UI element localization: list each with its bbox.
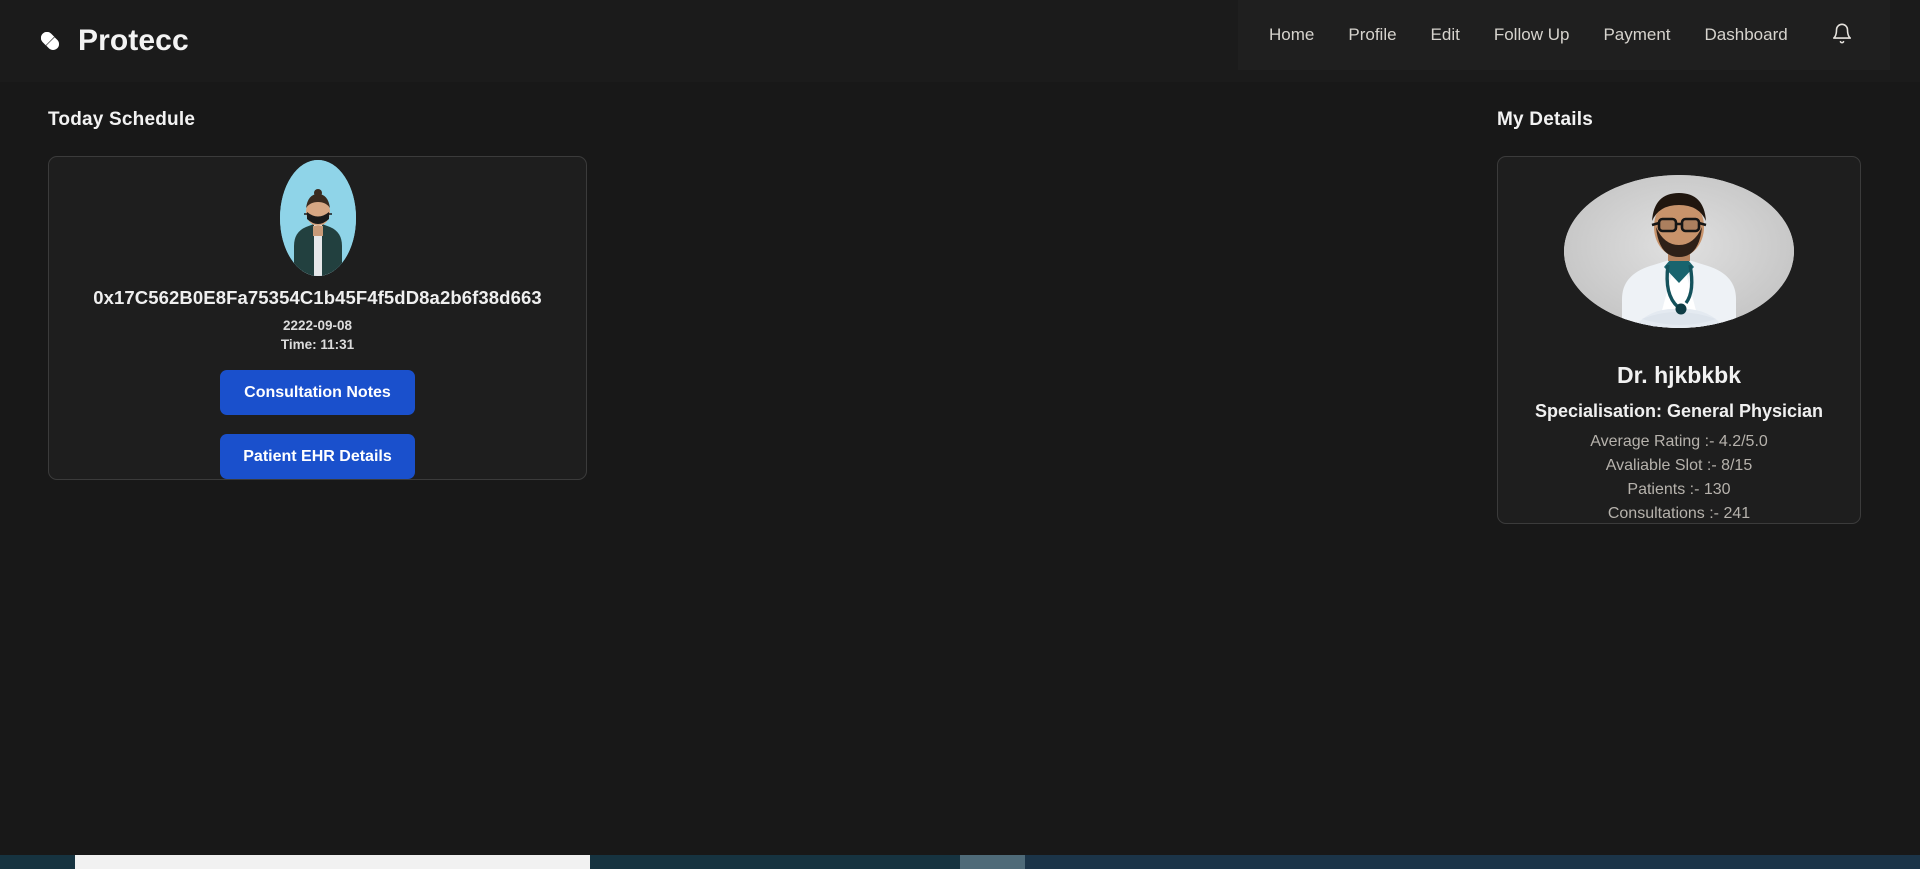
brand-logo[interactable]: Protecc	[36, 0, 189, 82]
patient-ehr-details-button[interactable]: Patient EHR Details	[220, 434, 415, 479]
taskbar-segment-left[interactable]	[0, 855, 75, 869]
doctor-details-card: Dr. hjkbkbk Specialisation: General Phys…	[1497, 156, 1861, 524]
os-taskbar[interactable]	[0, 855, 1920, 869]
bell-icon	[1831, 22, 1853, 48]
taskbar-active-window[interactable]	[75, 855, 590, 869]
pill-capsule-icon	[36, 27, 64, 55]
stat-consultations: Consultations :- 241	[1607, 505, 1751, 522]
top-navigation-bar: Protecc Home Profile Edit Follow Up Paym…	[0, 0, 1920, 82]
nav-item-home[interactable]: Home	[1252, 17, 1331, 53]
stat-available-slot: Avaliable Slot :- 8/15	[1605, 457, 1753, 474]
doctor-stats-list: Average Rating :- 4.2/5.0 Avaliable Slot…	[1590, 433, 1768, 523]
appointment-time: Time: 11:31	[280, 337, 355, 352]
consultation-notes-button[interactable]: Consultation Notes	[220, 370, 415, 415]
doctor-name: Dr. hjkbkbk	[1617, 362, 1741, 388]
notifications-button[interactable]	[1825, 18, 1859, 52]
nav-item-payment[interactable]: Payment	[1586, 17, 1687, 53]
my-details-heading: My Details	[1497, 109, 1593, 130]
taskbar-segment-right[interactable]	[1025, 855, 1920, 869]
patient-avatar	[279, 160, 356, 276]
taskbar-segment-gray[interactable]	[960, 855, 1025, 869]
stat-average-rating: Average Rating :- 4.2/5.0	[1590, 433, 1768, 450]
nav-item-follow-up[interactable]: Follow Up	[1477, 17, 1587, 53]
nav-item-dashboard[interactable]: Dashboard	[1688, 17, 1805, 53]
patient-wallet-address: 0x17C562B0E8Fa75354C1b45F4f5dD8a2b6f38d6…	[93, 287, 542, 308]
stat-patients: Patients :- 130	[1627, 481, 1731, 498]
today-schedule-heading: Today Schedule	[48, 109, 196, 130]
doctor-avatar	[1564, 175, 1794, 328]
taskbar-segment-middle[interactable]	[590, 855, 960, 869]
doctor-specialisation: Specialisation: General Physician	[1534, 401, 1824, 421]
appointment-card: 0x17C562B0E8Fa75354C1b45F4f5dD8a2b6f38d6…	[48, 156, 587, 480]
nav-item-edit[interactable]: Edit	[1414, 17, 1477, 53]
appointment-date: 2222-09-08	[282, 318, 353, 333]
nav-links-panel: Home Profile Edit Follow Up Payment Dash…	[1238, 0, 1890, 70]
app-root: Protecc Home Profile Edit Follow Up Paym…	[0, 0, 1920, 869]
brand-name: Protecc	[78, 24, 189, 57]
nav-item-profile[interactable]: Profile	[1331, 17, 1413, 53]
